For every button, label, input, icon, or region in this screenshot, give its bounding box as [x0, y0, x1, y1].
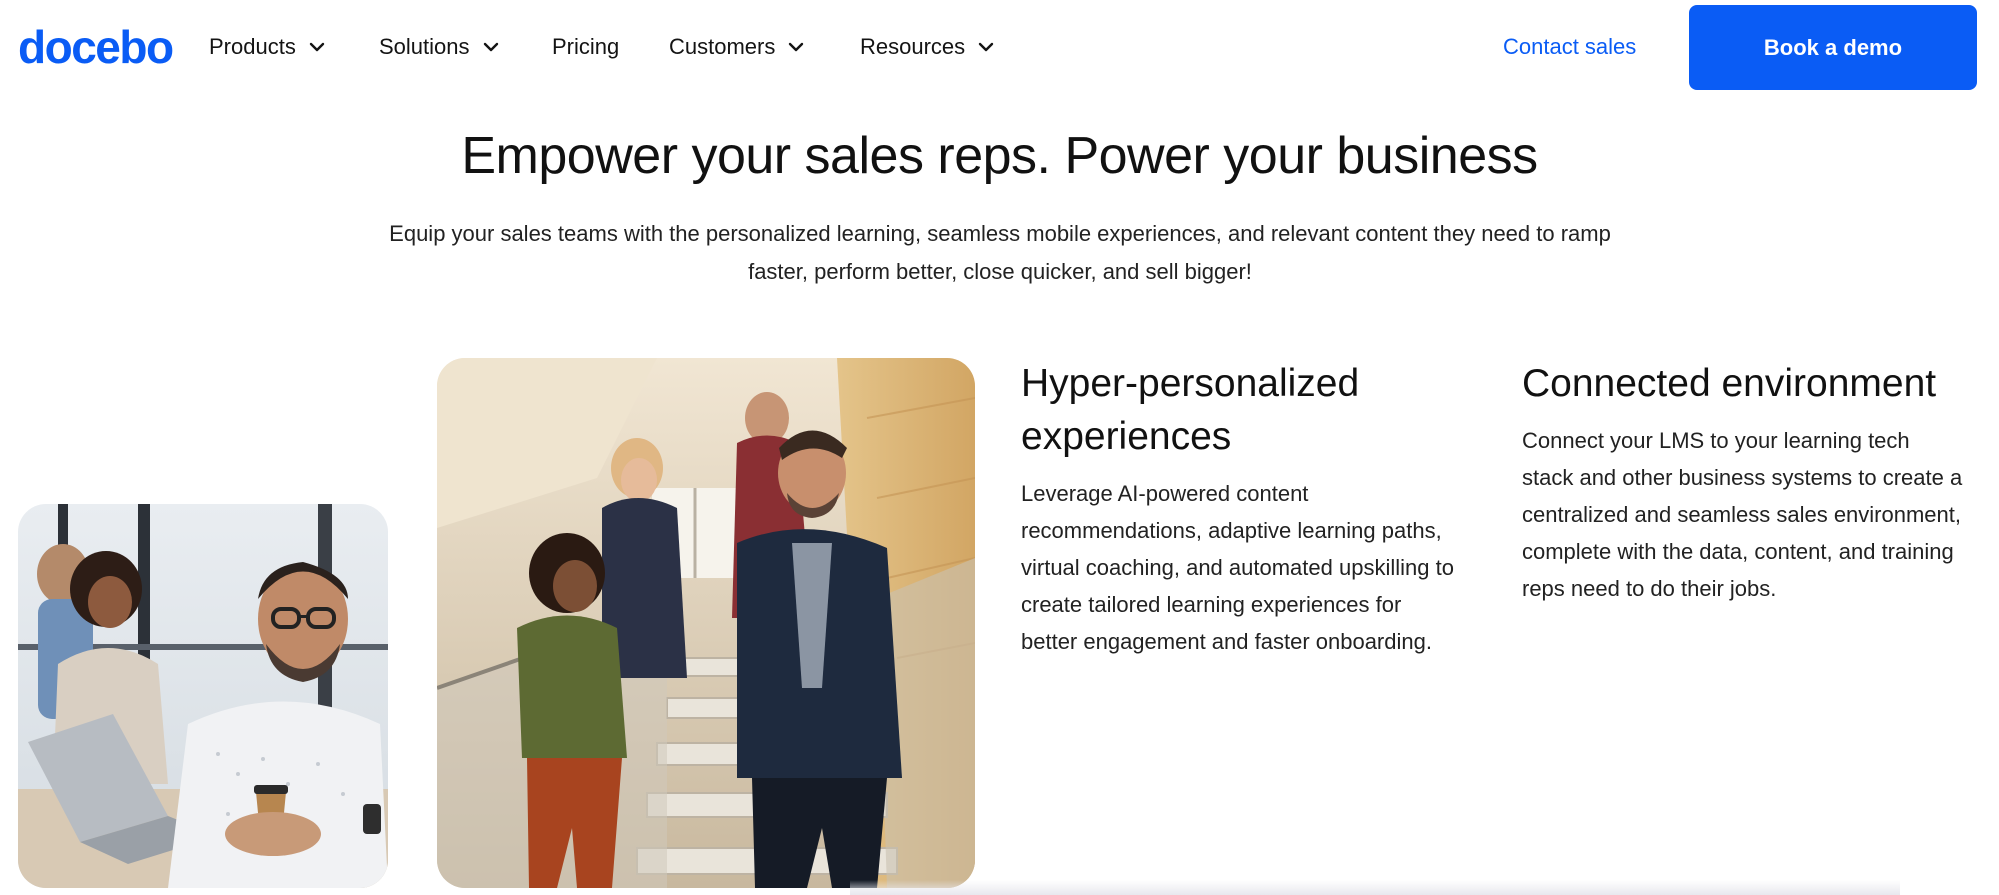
feature-text-line: stack and other business systems to crea…	[1522, 465, 1963, 490]
feature-title-line: experiences	[1021, 415, 1232, 458]
office-photo-graphic	[18, 504, 388, 888]
feature-text-line: Leverage AI-powered content	[1021, 481, 1309, 506]
book-demo-button[interactable]: Book a demo	[1689, 5, 1977, 90]
stairs-photo-graphic	[437, 358, 975, 888]
chevron-down-icon	[978, 42, 994, 52]
feature-text-line: Connect your LMS to your learning tech	[1522, 428, 1910, 453]
nav-customers[interactable]: Customers	[669, 28, 805, 66]
nav-solutions-label: Solutions	[379, 34, 470, 59]
nav-products-label: Products	[209, 34, 296, 59]
nav-customers-label: Customers	[669, 34, 776, 59]
hero-title: Empower your sales reps. Power your busi…	[461, 127, 1538, 185]
feature-title-line: Connected environment	[1522, 362, 1937, 405]
chevron-down-icon	[483, 42, 498, 52]
feature-text-line: create tailored learning experiences for	[1021, 592, 1402, 617]
feature-title-line: Hyper-personalized	[1021, 362, 1360, 405]
nav-pricing-label: Pricing	[552, 34, 620, 59]
feature-text-line: reps need to do their jobs.	[1522, 576, 1777, 601]
feature-text-line: centralized and seamless sales environme…	[1522, 502, 1962, 527]
feature-text-line: virtual coaching, and automated upskilli…	[1021, 555, 1454, 580]
section-divider-shade	[850, 880, 1900, 895]
stairs-photo	[437, 358, 975, 888]
chevron-down-icon	[309, 42, 325, 52]
feature-text-connected: Connect your LMS to your learning tech s…	[1522, 422, 1982, 607]
feature-title-connected: Connected environment	[1522, 357, 1936, 410]
hero-subtitle: Equip your sales teams with the personal…	[360, 215, 1640, 291]
contact-sales-link[interactable]: Contact sales	[1503, 28, 1636, 66]
nav-pricing[interactable]: Pricing	[552, 28, 619, 66]
office-photo	[18, 504, 388, 888]
nav-resources-label: Resources	[860, 34, 966, 59]
feature-text-line: complete with the data, content, and tra…	[1522, 539, 1954, 564]
hero-subtitle-line: faster, perform better, close quicker, a…	[748, 259, 1252, 284]
hero-subtitle-line: Equip your sales teams with the personal…	[389, 221, 1611, 246]
nav-resources[interactable]: Resources	[860, 28, 995, 66]
chevron-down-icon	[789, 42, 804, 52]
nav-products[interactable]: Products	[209, 28, 326, 66]
feature-text-line: better engagement and faster onboarding.	[1021, 629, 1432, 654]
top-navigation: docebo Products Solutions Pricing Custom…	[0, 0, 1999, 94]
docebo-logo[interactable]: docebo	[18, 18, 174, 76]
feature-title-personalized: Hyper-personalized experiences	[1021, 357, 1359, 463]
feature-text-line: recommendations, adaptive learning paths…	[1021, 518, 1442, 543]
feature-text-personalized: Leverage AI-powered content recommendati…	[1021, 475, 1491, 660]
nav-solutions[interactable]: Solutions	[379, 28, 500, 66]
